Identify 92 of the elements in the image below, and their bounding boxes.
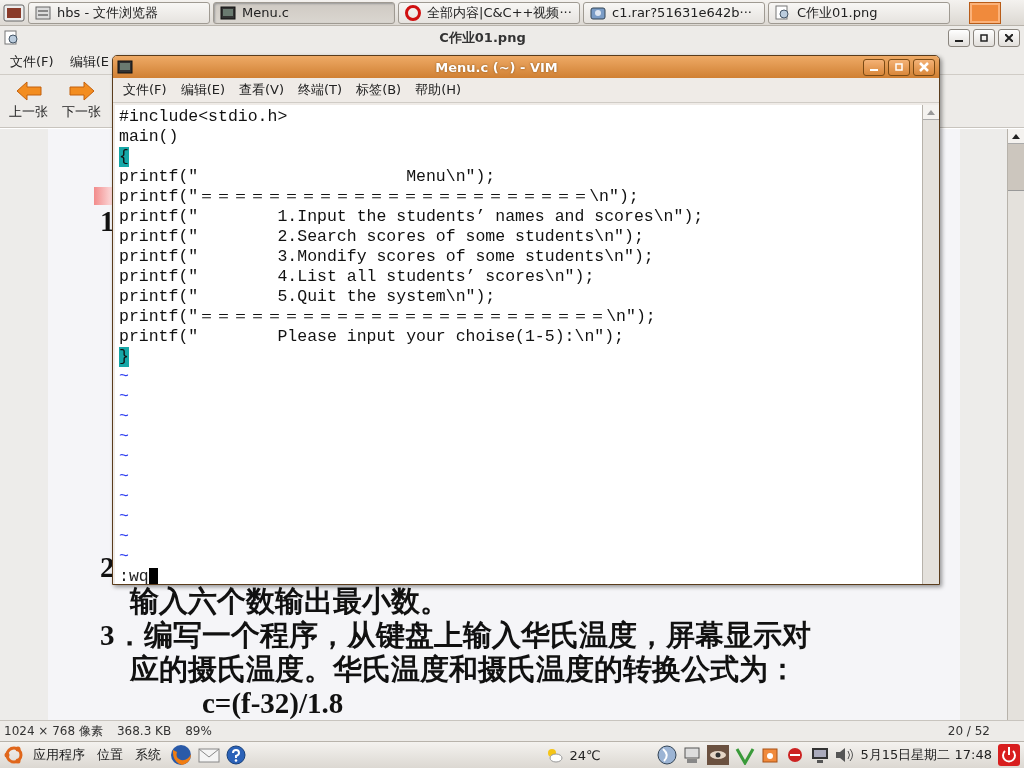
- code-line: printf(" 2.Search scores of some students\n");: [119, 227, 644, 247]
- code-line: printf(" 3.Mondify scores of some students\n");: [119, 247, 654, 267]
- code-line: printf(" 5.Quit the system\n");: [119, 287, 496, 307]
- up-arrow-icon: [927, 109, 935, 115]
- up-arrow-icon: [1012, 133, 1020, 139]
- left-arrow-icon: [15, 81, 42, 101]
- document-text: 应的摄氏温度。华氏温度和摄氏温度的转换公式为：: [129, 655, 797, 683]
- empty-line-marker: ~: [119, 407, 129, 427]
- maximize-button[interactable]: [888, 58, 910, 76]
- previous-button[interactable]: 上一张: [4, 79, 53, 123]
- firefox-icon[interactable]: [170, 744, 192, 766]
- empty-line-marker: ~: [119, 427, 129, 447]
- menu-item[interactable]: 编辑(E: [63, 51, 115, 73]
- menu-item[interactable]: 标签(B): [350, 79, 408, 101]
- empty-line-marker: ~: [119, 487, 129, 507]
- close-button[interactable]: [913, 58, 935, 76]
- menu-item[interactable]: 查看(V): [233, 79, 291, 101]
- empty-line-marker: ~: [119, 507, 129, 527]
- document-text: c=(f-32)/1.8: [201, 689, 344, 717]
- taskbar-button[interactable]: Menu.c: [213, 1, 395, 24]
- taskbar-button[interactable]: hbs - 文件浏览器: [28, 1, 210, 24]
- document-text: 输入六个数输出最小数。: [128, 587, 449, 615]
- monitor-icon[interactable]: [682, 746, 701, 764]
- download-icon: [590, 4, 606, 21]
- menu-item[interactable]: 终端(T): [292, 79, 349, 101]
- scrollbar-thumb[interactable]: [1008, 144, 1024, 191]
- menu-item[interactable]: 文件(F): [117, 79, 173, 101]
- workspace-switcher[interactable]: [969, 1, 1001, 24]
- code-line: printf("＝＝＝＝＝＝＝＝＝＝＝＝＝＝＝＝＝＝＝＝＝＝＝\n");: [119, 187, 639, 207]
- taskbar-button[interactable]: C作业01.png: [768, 1, 950, 24]
- next-button[interactable]: 下一张: [57, 79, 106, 123]
- tray-icon[interactable]: [656, 745, 677, 765]
- show-desktop-icon[interactable]: [3, 2, 25, 23]
- terminal-icon: [117, 60, 133, 74]
- code-line: printf(" 4.List all students’ scores\n");: [119, 267, 595, 287]
- temperature: 24℃: [569, 747, 601, 763]
- image-viewer-icon: [775, 4, 791, 21]
- panel-menu[interactable]: 系统: [132, 746, 164, 764]
- minimize-button[interactable]: [863, 58, 885, 76]
- document-text: 1: [100, 207, 115, 235]
- scrollbar[interactable]: [922, 105, 939, 584]
- menu-item[interactable]: 帮助(H): [409, 79, 468, 101]
- code-line: printf(" 1.Input the students’ names and scores\n");: [119, 207, 704, 227]
- code-line: printf(" Menu\n");: [119, 167, 496, 187]
- empty-line-marker: ~: [119, 387, 129, 407]
- close-button[interactable]: [998, 29, 1020, 47]
- code-line: #include<stdio.h>: [119, 107, 288, 127]
- eye-icon[interactable]: [706, 745, 729, 765]
- taskbar-button[interactable]: c1.rar?51631e642b···: [583, 1, 765, 24]
- image-viewer-icon: [4, 30, 20, 46]
- scrollbar[interactable]: [1007, 129, 1024, 720]
- computer-icon[interactable]: [810, 746, 829, 764]
- highlight-mark: [94, 187, 114, 205]
- help-icon[interactable]: [226, 745, 246, 765]
- close-icon: [1005, 34, 1013, 42]
- panel-menu[interactable]: 位置: [94, 746, 126, 764]
- page-counter: 20 / 52: [947, 724, 990, 738]
- close-icon: [919, 62, 929, 72]
- panel-menu[interactable]: 应用程序: [30, 746, 88, 764]
- maximize-button[interactable]: [973, 29, 995, 47]
- command-line: :wq: [119, 567, 149, 584]
- menu-item[interactable]: 文件(F): [4, 51, 60, 73]
- empty-line-marker: ~: [119, 547, 129, 567]
- menu-item[interactable]: 编辑(E): [174, 79, 231, 101]
- minimize-button[interactable]: [948, 29, 970, 47]
- cursor: [148, 568, 158, 584]
- status-text: 89%: [185, 724, 212, 738]
- empty-line-marker: ~: [119, 447, 129, 467]
- right-arrow-icon: [68, 81, 95, 101]
- clock[interactable]: 5月15日星期二 17:48: [860, 746, 992, 764]
- matched-brace: }: [119, 347, 129, 367]
- ubuntu-logo-icon[interactable]: [4, 745, 24, 765]
- window-title: Menu.c (~) - VIM: [434, 59, 559, 75]
- taskbar-button[interactable]: 全部内容|C&C++视频···: [398, 1, 580, 24]
- power-icon[interactable]: [998, 744, 1020, 766]
- package-icon[interactable]: [760, 746, 779, 764]
- empty-line-marker: ~: [119, 367, 129, 387]
- maximize-icon: [980, 34, 988, 42]
- code-line: printf("＝＝＝＝＝＝＝＝＝＝＝＝＝＝＝＝＝＝＝＝＝＝＝＝\n");: [119, 307, 656, 327]
- status-text: 368.3 KB: [116, 724, 172, 738]
- terminal-icon: [220, 4, 236, 21]
- code-line: printf(" Please input your choise(1-5):\n");: [119, 327, 624, 347]
- volume-icon[interactable]: [834, 747, 855, 763]
- status-text: 1024 × 768 像素: [4, 722, 103, 740]
- matched-brace: {: [119, 147, 129, 167]
- code-line: main(): [119, 127, 179, 147]
- window-title: C作业01.png: [438, 29, 527, 47]
- empty-line-marker: ~: [119, 467, 129, 487]
- maximize-icon: [895, 63, 903, 71]
- file-manager-icon: [35, 4, 51, 21]
- empty-line-marker: ~: [119, 527, 129, 547]
- document-text: 3．编写一个程序，从键盘上输入华氏温度，屏幕显示对: [100, 621, 811, 649]
